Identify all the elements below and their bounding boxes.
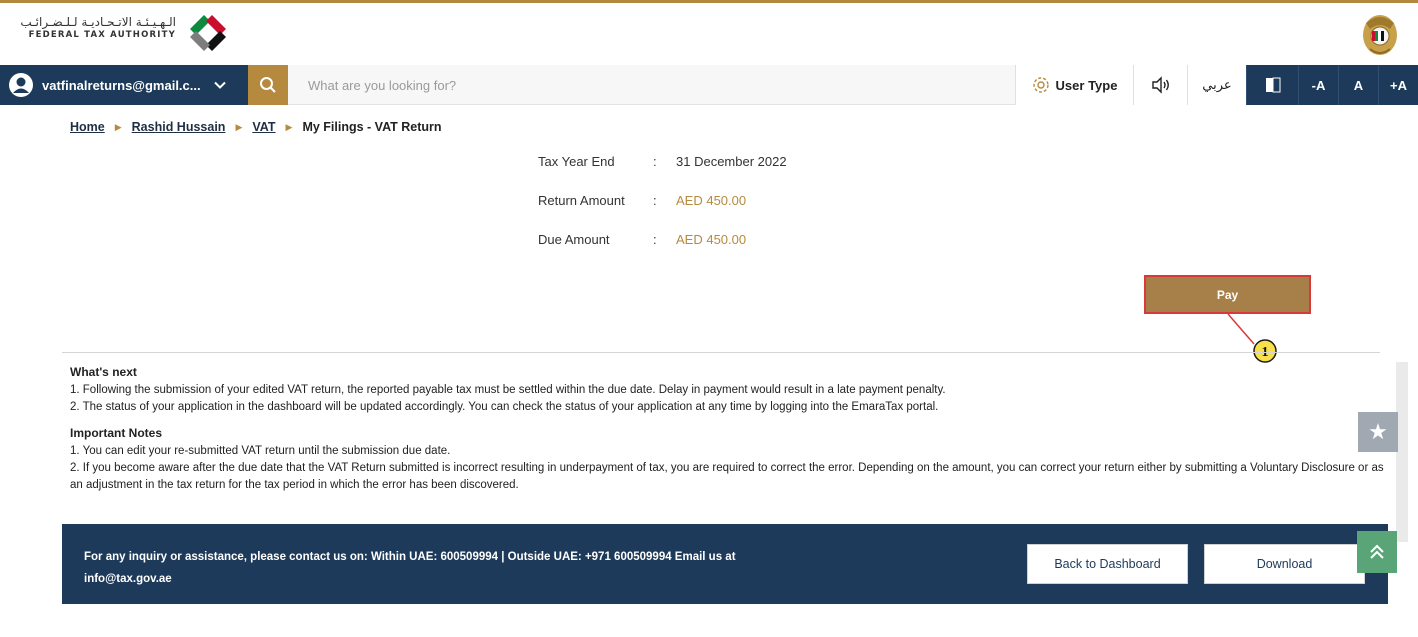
search-input[interactable] (296, 73, 976, 97)
user-avatar-icon (9, 73, 33, 97)
user-email: vatfinalreturns@gmail.c... (42, 77, 201, 93)
summary-colon: : (653, 193, 657, 208)
favorite-star-button[interactable]: ★ (1358, 412, 1398, 452)
contrast-toggle-button[interactable] (1246, 65, 1298, 105)
callout-marker (1253, 339, 1277, 363)
user-menu[interactable]: vatfinalreturns@gmail.c... (0, 65, 248, 105)
summary-label: Tax Year End (538, 154, 615, 169)
summary-colon: : (653, 232, 657, 247)
whats-next-item: 2. The status of your application in the… (70, 401, 939, 413)
double-chevron-up-icon (1370, 544, 1384, 559)
summary-colon: : (653, 154, 657, 169)
font-decrease-button[interactable]: -A (1298, 65, 1338, 105)
accessibility-bar: User Type عربي -A A +A (1015, 65, 1418, 105)
back-to-dashboard-button[interactable]: Back to Dashboard (1027, 544, 1188, 584)
gear-icon (1032, 77, 1049, 93)
chevron-down-icon (213, 81, 226, 89)
breadcrumb-separator-icon: ▶ (235, 121, 243, 132)
top-navbar: vatfinalreturns@gmail.c... User Type عرب (0, 65, 1418, 105)
breadcrumb-current: My Filings - VAT Return (302, 120, 442, 134)
fta-logo[interactable]: الـهـيـئـة الاتـحـاديـة لـلـضـرائـب FEDE… (14, 11, 234, 55)
user-type-label: User Type (1055, 77, 1118, 93)
breadcrumb-separator-icon: ▶ (114, 121, 122, 132)
scrollbar[interactable] (1396, 362, 1408, 542)
site-header: الـهـيـئـة الاتـحـاديـة لـلـضـرائـب FEDE… (0, 3, 1418, 65)
search-button[interactable] (248, 65, 288, 105)
breadcrumb-user[interactable]: Rashid Hussain (132, 120, 226, 134)
pay-button[interactable]: Pay (1144, 275, 1311, 314)
contact-footer: For any inquiry or assistance, please co… (62, 524, 1388, 604)
fta-logo-mark-icon (190, 15, 226, 51)
user-type-button[interactable]: User Type (1015, 65, 1133, 105)
summary-value: AED 450.00 (676, 193, 747, 208)
breadcrumb-separator-icon: ▶ (285, 121, 293, 132)
speaker-icon (1151, 76, 1169, 94)
section-divider (62, 352, 1380, 353)
download-button[interactable]: Download (1204, 544, 1365, 584)
summary-label: Due Amount (538, 232, 610, 247)
whats-next-item: 1. Following the submission of your edit… (70, 384, 946, 396)
summary-value: 31 December 2022 (676, 154, 787, 169)
contact-email[interactable]: info@tax.gov.ae (84, 568, 844, 590)
search-icon (260, 77, 276, 93)
summary-value: AED 450.00 (676, 232, 747, 247)
logo-english-text: FEDERAL TAX AUTHORITY (28, 30, 176, 40)
important-note-item: 1. You can edit your re-submitted VAT re… (70, 445, 451, 457)
breadcrumb: Home ▶ Rashid Hussain ▶ VAT ▶ My Filings… (70, 120, 442, 134)
logo-arabic-text: الـهـيـئـة الاتـحـاديـة لـلـضـرائـب (20, 15, 176, 29)
contact-info: For any inquiry or assistance, please co… (84, 546, 844, 590)
text-to-speech-button[interactable] (1133, 65, 1187, 105)
summary-label: Return Amount (538, 193, 625, 208)
font-increase-button[interactable]: +A (1378, 65, 1418, 105)
language-arabic-button[interactable]: عربي (1187, 65, 1246, 105)
important-notes-title: Important Notes (70, 426, 163, 440)
contrast-icon (1265, 77, 1280, 93)
important-note-item: 2. If you become aware after the due dat… (70, 462, 1384, 491)
font-normal-button[interactable]: A (1338, 65, 1378, 105)
breadcrumb-home[interactable]: Home (70, 120, 105, 134)
scroll-to-top-button[interactable] (1357, 531, 1397, 573)
whats-next-title: What's next (70, 365, 137, 379)
star-icon: ★ (1368, 419, 1388, 445)
breadcrumb-vat[interactable]: VAT (252, 120, 275, 134)
contact-line: For any inquiry or assistance, please co… (84, 551, 736, 563)
uae-emblem-icon (1363, 15, 1397, 55)
info-notes: What's next 1. Following the submission … (70, 364, 1390, 494)
